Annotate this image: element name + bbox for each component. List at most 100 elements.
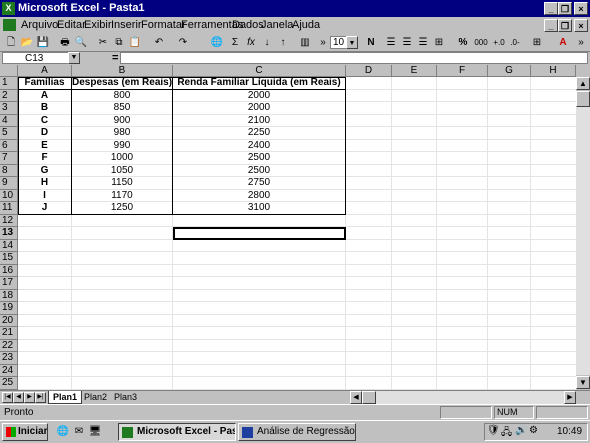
row-header-14[interactable]: 14 — [0, 239, 18, 252]
data-cell[interactable]: 2750 — [173, 177, 346, 190]
data-cell[interactable]: 2800 — [173, 189, 346, 202]
scroll-left-icon[interactable]: ◀ — [350, 391, 362, 404]
horizontal-scroll-track[interactable] — [376, 391, 564, 404]
thousands-button[interactable]: 000 — [474, 36, 488, 49]
scroll-thumb[interactable] — [576, 91, 590, 107]
row-header-8[interactable]: 8 — [0, 164, 18, 177]
row-header-11[interactable]: 11 — [0, 202, 18, 215]
font-size-dropdown-icon[interactable]: ▼ — [346, 36, 358, 49]
percent-button[interactable]: % — [456, 36, 470, 49]
font-color-icon[interactable]: A — [556, 36, 570, 49]
row-header-6[interactable]: 6 — [0, 139, 18, 152]
data-cell[interactable]: 3100 — [173, 202, 346, 215]
minimize-button[interactable]: _ — [544, 2, 558, 15]
bold-button[interactable]: N — [364, 36, 378, 49]
row-header-12[interactable]: 12 — [0, 214, 18, 227]
vertical-scrollbar[interactable]: ▲ ▼ — [576, 65, 590, 390]
select-all-corner[interactable] — [0, 65, 18, 77]
data-cell[interactable]: 990 — [72, 139, 173, 152]
data-cell[interactable]: 2100 — [173, 114, 346, 127]
borders-icon[interactable]: ⊞ — [530, 36, 544, 49]
data-cell[interactable]: E — [18, 139, 72, 152]
data-cell[interactable]: 2250 — [173, 127, 346, 140]
taskbar-excel[interactable]: Microsoft Excel - Pas... — [118, 423, 236, 441]
data-cell[interactable]: 2400 — [173, 139, 346, 152]
restore-button[interactable]: ❐ — [558, 2, 572, 15]
data-cell[interactable]: 1000 — [72, 152, 173, 165]
antivirus-icon[interactable]: 🛡 — [487, 425, 500, 436]
data-cell[interactable]: 1170 — [72, 189, 173, 202]
scroll-track[interactable] — [576, 107, 590, 375]
merge-center-icon[interactable]: ⊞ — [432, 36, 446, 49]
increase-decimal-icon[interactable]: +.0 — [492, 36, 506, 49]
next-sheet-icon[interactable]: ▶ — [24, 392, 35, 403]
data-cell[interactable]: A — [18, 89, 72, 102]
scroll-up-icon[interactable]: ▲ — [576, 77, 590, 90]
tray-app-icon[interactable]: ⚙ — [529, 425, 538, 436]
more-buttons-icon[interactable]: » — [316, 36, 330, 49]
outlook-icon[interactable]: ✉ — [72, 425, 86, 438]
workbook-icon[interactable] — [3, 19, 16, 31]
scroll-down-icon[interactable]: ▼ — [576, 376, 590, 389]
cut-icon[interactable]: ✂ — [96, 36, 110, 49]
column-header-d[interactable]: D — [346, 65, 392, 77]
network-icon[interactable]: 🖧 — [501, 425, 512, 442]
column-header-h[interactable]: H — [531, 65, 576, 77]
preview-icon[interactable]: 🔍 — [74, 36, 88, 49]
menu-janela[interactable]: Janela — [261, 19, 293, 31]
prev-sheet-icon[interactable]: ◀ — [13, 392, 24, 403]
first-sheet-icon[interactable]: |◀ — [2, 392, 13, 403]
data-cell[interactable]: 1150 — [72, 177, 173, 190]
data-cell[interactable]: 1250 — [72, 202, 173, 215]
align-center-icon[interactable]: ☰ — [400, 36, 414, 49]
menu-exibir[interactable]: Exibir — [84, 19, 112, 31]
data-cell[interactable]: 2000 — [173, 89, 346, 102]
ie-icon[interactable]: 🌐 — [56, 425, 70, 438]
menu-inserir[interactable]: Inserir — [111, 19, 142, 31]
doc-restore-button[interactable]: ❐ — [558, 19, 572, 32]
volume-icon[interactable]: 🔊 — [515, 425, 527, 436]
save-icon[interactable]: 💾 — [36, 36, 50, 49]
data-cell[interactable]: I — [18, 189, 72, 202]
toolbar-options-icon[interactable]: » — [574, 36, 588, 49]
menu-formatar[interactable]: Formatar — [141, 19, 186, 31]
formula-input[interactable] — [120, 52, 588, 64]
close-button[interactable]: × — [574, 2, 588, 15]
fx-equals-icon[interactable]: = — [112, 52, 118, 64]
tab-plan3[interactable]: Plan3 — [110, 391, 141, 403]
column-header-e[interactable]: E — [392, 65, 437, 77]
copy-icon[interactable]: ⧉ — [112, 36, 126, 49]
row-header-13[interactable]: 13 — [0, 227, 18, 240]
print-icon[interactable]: 🖶 — [58, 36, 72, 49]
row-header-24[interactable]: 24 — [0, 364, 18, 377]
data-cell[interactable]: D — [18, 127, 72, 140]
row-header-15[interactable]: 15 — [0, 252, 18, 265]
data-cell[interactable]: G — [18, 164, 72, 177]
active-cell-selection[interactable] — [173, 227, 346, 240]
header-cell-b[interactable]: Despesas (em Reais) — [72, 77, 173, 90]
menu-ajuda[interactable]: Ajuda — [292, 19, 320, 31]
function-icon[interactable]: fx — [244, 36, 258, 49]
row-header-21[interactable]: 21 — [0, 327, 18, 340]
data-cell[interactable]: B — [18, 102, 72, 115]
data-cell[interactable]: F — [18, 152, 72, 165]
excel-app-icon[interactable]: X — [2, 2, 15, 15]
sort-ascending-icon[interactable]: ↓ — [260, 36, 274, 49]
hyperlink-icon[interactable]: 🌐 — [210, 36, 224, 49]
data-cell[interactable]: 1050 — [72, 164, 173, 177]
menu-editar[interactable]: Editar — [57, 19, 86, 31]
align-right-icon[interactable]: ☰ — [416, 36, 430, 49]
data-cell[interactable]: 980 — [72, 127, 173, 140]
row-header-1[interactable]: 1 — [0, 77, 18, 90]
row-header-25[interactable]: 25 — [0, 377, 18, 390]
align-left-icon[interactable]: ☰ — [384, 36, 398, 49]
column-header-f[interactable]: F — [437, 65, 488, 77]
decrease-decimal-icon[interactable]: .0- — [508, 36, 522, 49]
data-cell[interactable]: 850 — [72, 102, 173, 115]
column-header-c[interactable]: C — [173, 65, 346, 77]
data-cell[interactable]: H — [18, 177, 72, 190]
tab-plan2[interactable]: Plan2 — [80, 391, 111, 403]
row-header-5[interactable]: 5 — [0, 127, 18, 140]
menu-arquivo[interactable]: Arquivo — [21, 19, 58, 31]
row-header-17[interactable]: 17 — [0, 277, 18, 290]
